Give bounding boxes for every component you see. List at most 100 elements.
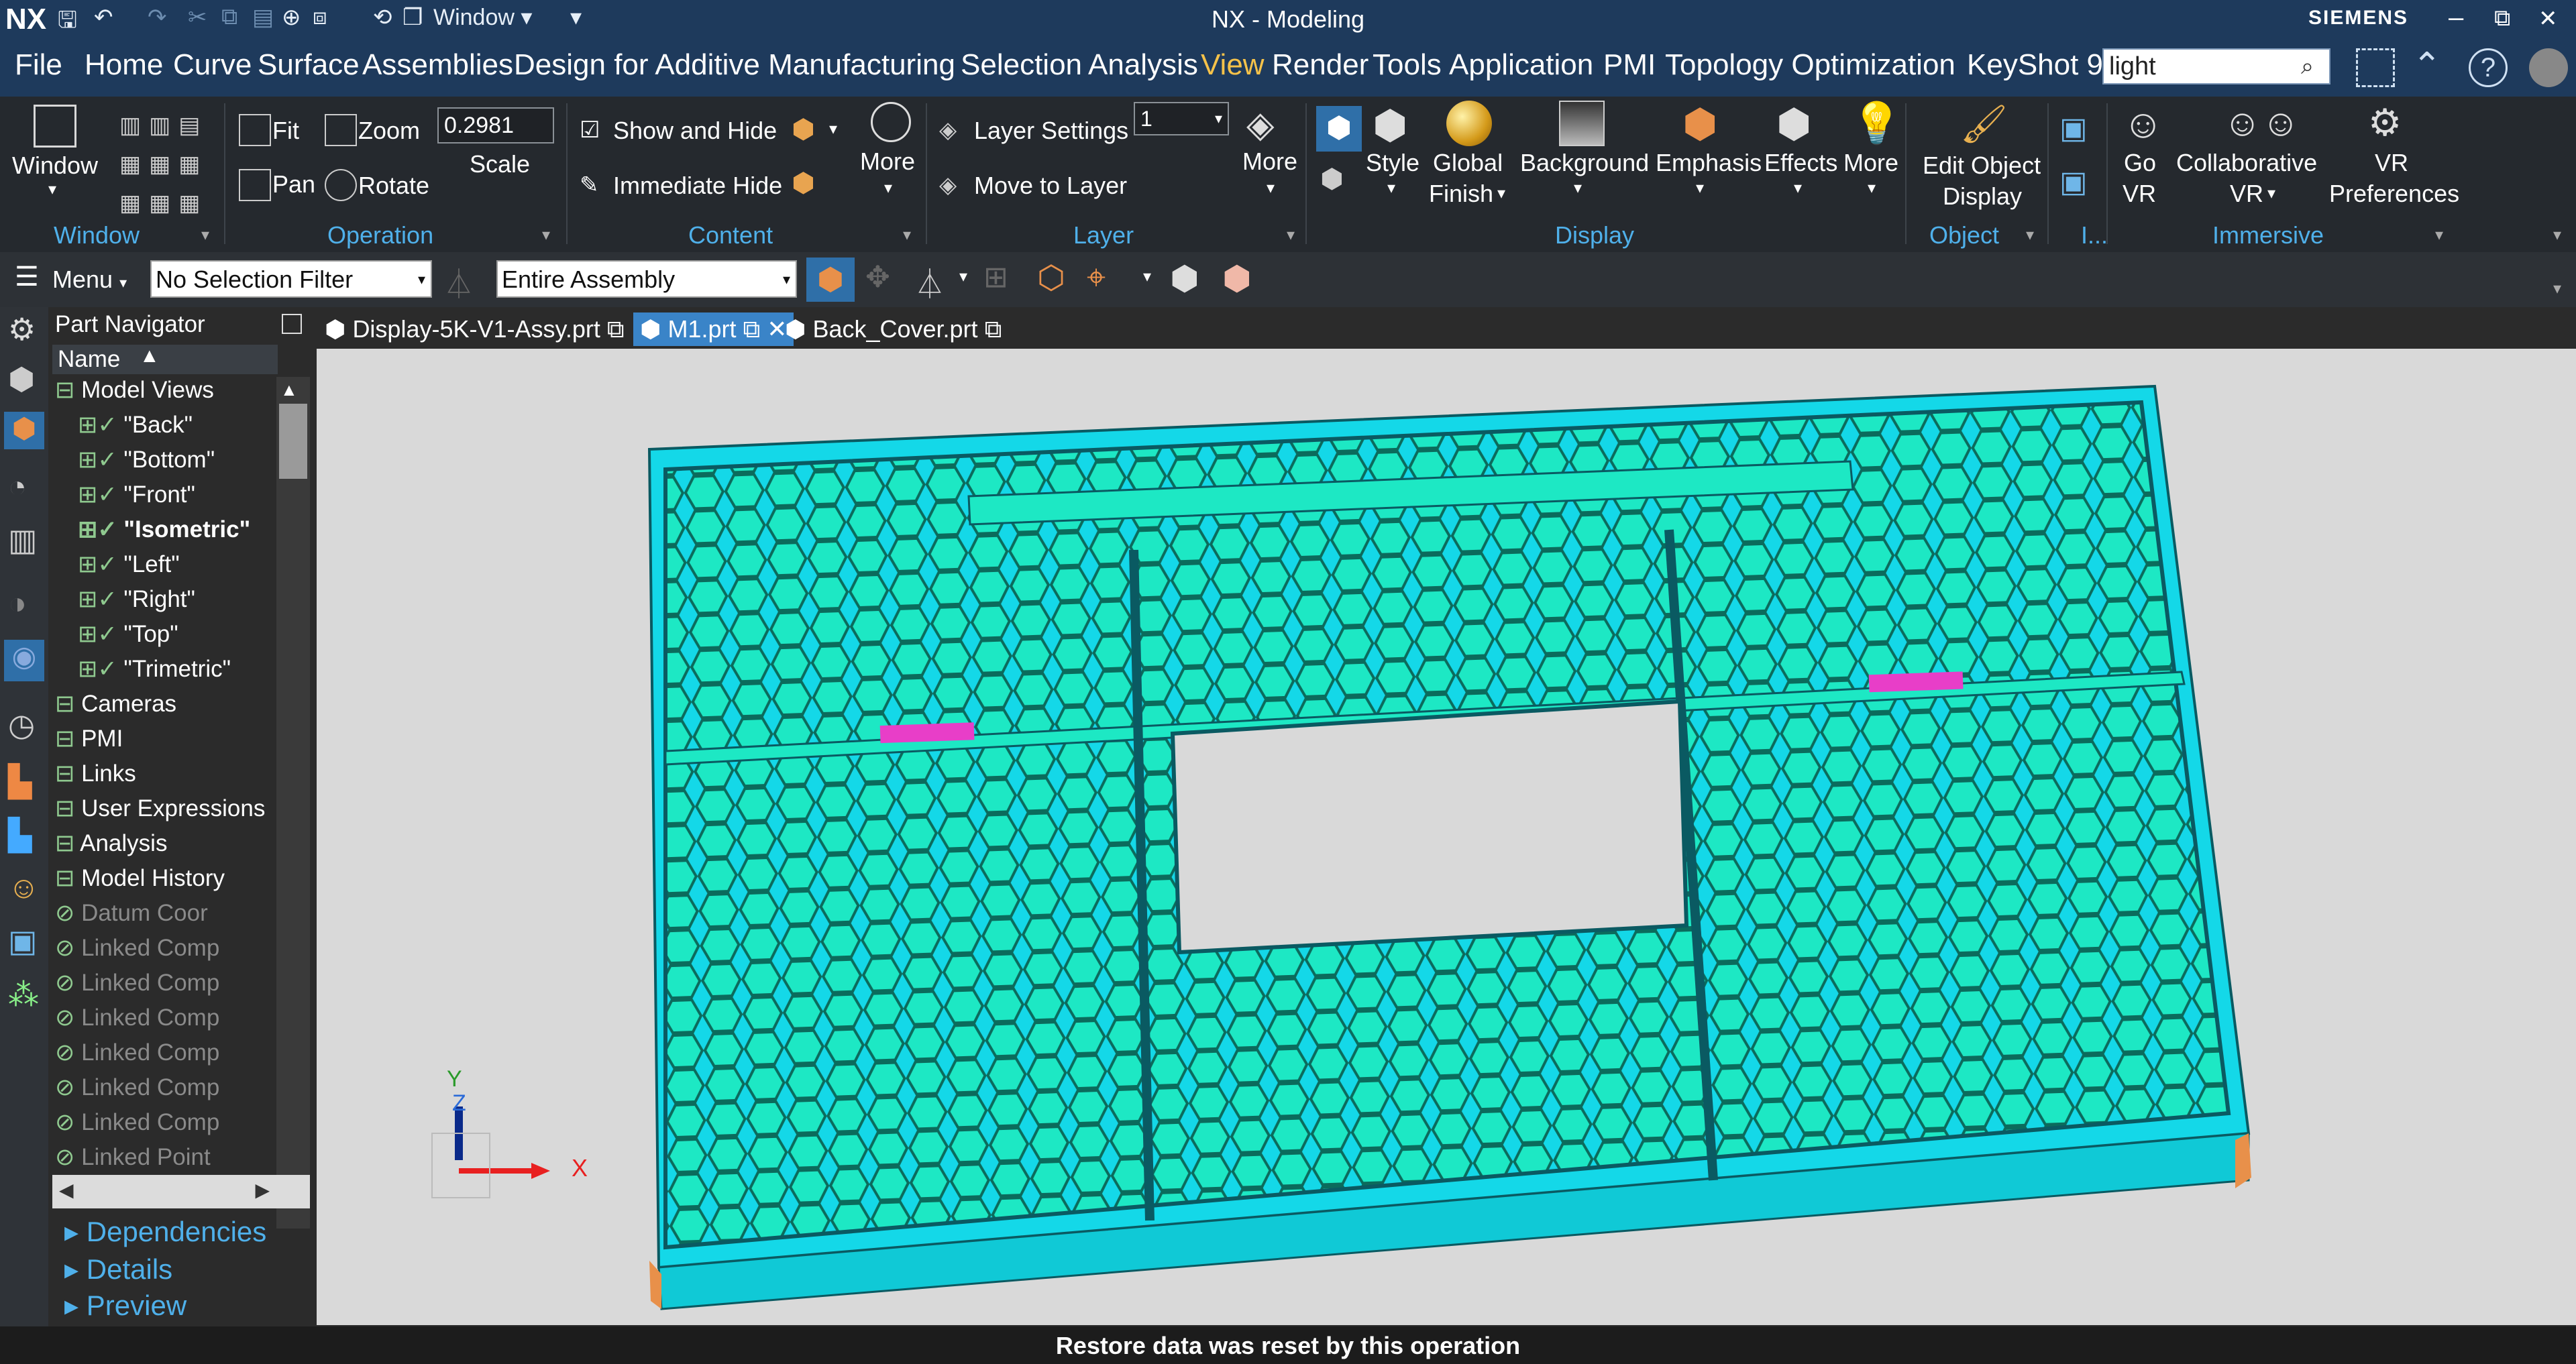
tree-node[interactable]: ⊟ Model History xyxy=(55,865,225,892)
tree-node[interactable]: ⊞✓ "Back" xyxy=(78,412,193,439)
rotate-button[interactable]: Rotate xyxy=(358,172,429,200)
group-operation-dropdown-icon[interactable]: ▾ xyxy=(542,225,550,245)
tab-curve[interactable]: Curve xyxy=(173,48,252,82)
tree-node[interactable]: ⊟ Cameras xyxy=(55,691,176,718)
menu-icon[interactable]: ☰ xyxy=(15,262,39,292)
show-hide-options-icon[interactable]: ⬢ xyxy=(792,114,815,145)
details-panel[interactable]: ▸ Details xyxy=(64,1253,172,1286)
vertical-scrollbar[interactable]: ▲▼ xyxy=(276,377,310,1229)
layout-icons[interactable]: ▥▥▤ ▦▦▦ ▦▦▦ xyxy=(119,106,208,223)
tab-analysis[interactable]: Analysis xyxy=(1088,48,1198,82)
tab-view[interactable]: View xyxy=(1201,48,1265,82)
minimize-button[interactable]: – xyxy=(2449,3,2463,33)
system-materials-icon[interactable]: ▣ xyxy=(8,923,37,959)
go-vr-button-line1[interactable]: Go xyxy=(2124,149,2156,177)
tab-pmi[interactable]: PMI xyxy=(1603,48,1656,82)
tree-node[interactable]: ⊟ Analysis xyxy=(55,830,167,857)
tree-node[interactable]: ⊘ Linked Comp xyxy=(55,1005,219,1031)
tree-node[interactable]: ⊞✓ "Bottom" xyxy=(78,447,215,473)
scale-input[interactable]: 0.2981 xyxy=(437,107,554,144)
tree-node[interactable]: ⊘ Datum Coor xyxy=(55,900,208,927)
filter-icon[interactable]: ⏃ xyxy=(444,260,474,303)
chevron-down-icon[interactable]: ▾ xyxy=(884,178,892,198)
menu-button[interactable]: Menu ▾ xyxy=(52,266,127,294)
show-hide-button[interactable]: Show and Hide xyxy=(613,117,777,145)
shaded-cube-icon[interactable]: ⬢ xyxy=(1170,259,1199,298)
chevron-down-icon[interactable]: ▾ xyxy=(1497,184,1505,203)
tree-node[interactable]: ⊟ Links xyxy=(55,760,136,787)
scroll-left-icon[interactable]: ◀ xyxy=(59,1179,74,1201)
chevron-down-icon[interactable]: ▾ xyxy=(1143,267,1151,286)
chevron-down-icon[interactable]: ▾ xyxy=(829,119,837,139)
go-vr-button-line2[interactable]: VR xyxy=(2123,180,2156,208)
group-content-dropdown-icon[interactable]: ▾ xyxy=(903,225,911,245)
background-button[interactable]: Background xyxy=(1520,149,1649,177)
chevron-down-icon[interactable]: ▾ xyxy=(959,267,967,286)
tab-display-assy[interactable]: ⬢ Display-5K-V1-Assy.prt ⧉ xyxy=(318,312,631,346)
tree-node[interactable]: ⊟ PMI xyxy=(55,726,123,752)
info-window-icon[interactable]: ▣ xyxy=(2059,111,2088,146)
ribbon-options-icon[interactable]: ▾ xyxy=(2553,225,2561,245)
visualization-icon[interactable]: ▣ xyxy=(2059,165,2088,199)
collaborative-vr-button-line1[interactable]: Collaborative xyxy=(2176,149,2317,177)
system-scene-icon[interactable]: ⁂ xyxy=(8,976,39,1013)
web-browser-icon[interactable]: ◑ xyxy=(8,585,27,621)
column-header[interactable]: Name ▲ xyxy=(52,345,278,374)
tree-node[interactable]: ⊞✓ "Front" xyxy=(78,481,195,508)
chevron-down-icon[interactable]: ▾ xyxy=(48,180,56,199)
restore-button[interactable]: ⧉ xyxy=(2494,5,2510,32)
edge-display-icon[interactable]: ⬢ xyxy=(1320,164,1344,194)
close-button[interactable]: ✕ xyxy=(2538,5,2558,32)
toolbar-options-icon[interactable]: ▾ xyxy=(2553,279,2561,298)
tab-back-cover[interactable]: ⬢ Back_Cover.prt ⧉ xyxy=(778,312,1008,346)
roles-icon[interactable]: ☺ xyxy=(8,869,40,905)
chevron-down-icon[interactable]: ▾ xyxy=(2267,184,2275,203)
tree-node[interactable]: ⊞✓ "Left" xyxy=(78,551,180,578)
tab-tools[interactable]: Tools xyxy=(1373,48,1442,82)
type-filter-icon[interactable]: ⏃ xyxy=(915,260,945,303)
more-display-button[interactable]: More xyxy=(1843,149,1898,177)
box-select-icon[interactable]: ⬡ xyxy=(1037,259,1065,296)
history-icon[interactable]: ◉ xyxy=(4,640,44,681)
scrollbar-thumb[interactable] xyxy=(279,404,307,479)
group-layer-dropdown-icon[interactable]: ▾ xyxy=(1287,225,1295,245)
tab-application[interactable]: Application xyxy=(1449,48,1593,82)
tab-assemblies[interactable]: Assemblies xyxy=(362,48,513,82)
chevron-down-icon[interactable]: ▾ xyxy=(1868,178,1876,198)
scroll-up-icon[interactable]: ▲ xyxy=(280,380,298,400)
scroll-right-icon[interactable]: ▶ xyxy=(255,1179,270,1201)
collaborative-vr-button-line2[interactable]: VR xyxy=(2230,180,2263,208)
tab-file[interactable]: File xyxy=(15,48,62,82)
color-palette-icon[interactable]: ▙ xyxy=(8,763,32,799)
command-search-input[interactable]: light xyxy=(2102,48,2330,84)
preview-panel[interactable]: ▸ Preview xyxy=(64,1289,186,1322)
style-button[interactable]: Style xyxy=(1366,149,1419,177)
pan-button[interactable]: Pan xyxy=(272,170,315,198)
edit-object-display-button-line2[interactable]: Display xyxy=(1943,182,2022,211)
tab-selection[interactable]: Selection xyxy=(961,48,1082,82)
invert-visibility-icon[interactable]: ⬢ xyxy=(792,168,815,198)
tab-m1[interactable]: ⬢ M1.prt ⧉ ✕ xyxy=(633,312,794,346)
visual-tools-icon[interactable]: ▙ xyxy=(8,817,32,853)
selection-scope-select[interactable]: Entire Assembly ▾ xyxy=(496,260,797,298)
selection-filter-select[interactable]: No Selection Filter ▾ xyxy=(150,260,432,298)
avatar[interactable] xyxy=(2529,48,2568,87)
constraint-navigator-icon[interactable]: ◔ xyxy=(8,468,27,504)
tree-node[interactable]: ⊘ Linked Comp xyxy=(55,1039,219,1066)
vr-preferences-button-line1[interactable]: VR xyxy=(2375,149,2408,177)
group-immersive-dropdown-icon[interactable]: ▾ xyxy=(2435,225,2443,245)
zoom-button[interactable]: Zoom xyxy=(358,117,420,145)
point-snap-icon[interactable]: ⊞ xyxy=(983,260,1008,294)
edit-object-display-button-line1[interactable]: Edit Object xyxy=(1923,152,2041,180)
tree-node[interactable]: ⊘ Linked Point xyxy=(55,1144,211,1171)
tab-keyshot[interactable]: KeyShot 9 xyxy=(1967,48,2103,82)
dependencies-panel[interactable]: ▸ Dependencies xyxy=(64,1215,266,1248)
chevron-down-icon[interactable]: ▾ xyxy=(1267,178,1275,198)
tree-node[interactable]: ⊘ Linked Comp xyxy=(55,970,219,997)
move-to-layer-button[interactable]: Move to Layer xyxy=(974,172,1127,200)
global-finish-button-line1[interactable]: Global xyxy=(1433,149,1503,177)
navigator-pin-icon[interactable] xyxy=(282,314,302,334)
shaded-with-edges-icon[interactable]: ⬢ xyxy=(1316,106,1362,152)
more-layer-button[interactable]: More xyxy=(1242,148,1297,176)
tree-node[interactable]: ⊞✓ "Right" xyxy=(78,586,195,613)
